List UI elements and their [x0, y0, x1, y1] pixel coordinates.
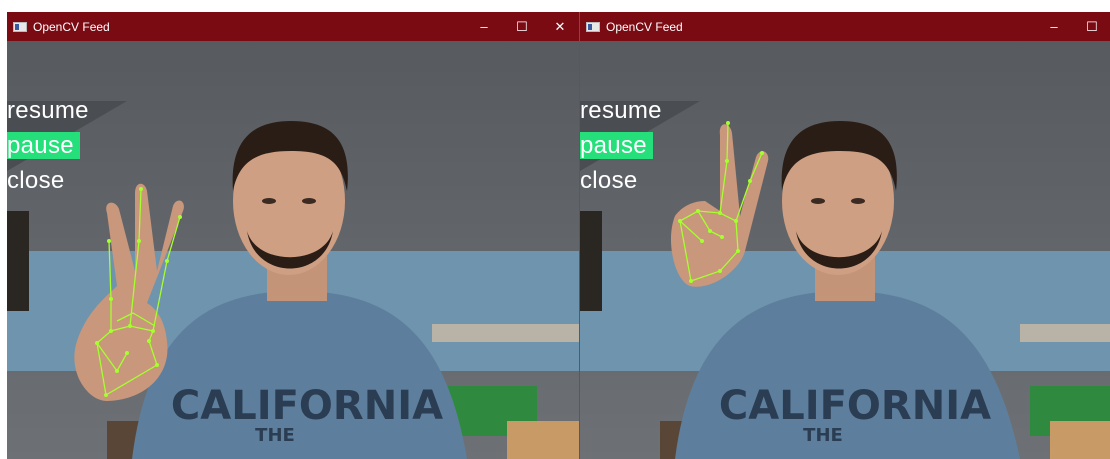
bookshelf	[432, 324, 579, 342]
camera-feed: CALIFORNIA THE resume pause close	[580, 41, 1110, 459]
app-icon	[13, 21, 27, 32]
menu-item-pause[interactable]: pause	[7, 132, 80, 159]
menu-item-close[interactable]: close	[580, 167, 640, 194]
wall-picture	[7, 211, 29, 311]
window-title: OpenCV Feed	[33, 19, 110, 34]
maximize-button[interactable]: ☐	[1073, 12, 1110, 41]
bed	[507, 421, 579, 459]
window-titlebar[interactable]: OpenCV Feed – ☐ ✕	[7, 12, 579, 41]
app-icon	[586, 21, 600, 32]
right-eye	[302, 198, 316, 204]
minimize-button[interactable]: –	[465, 12, 503, 41]
close-button[interactable]: ✕	[541, 12, 579, 41]
bookshelf	[1020, 324, 1110, 342]
menu-item-close[interactable]: close	[7, 167, 67, 194]
menu-item-pause[interactable]: pause	[580, 132, 653, 159]
menu-item-resume[interactable]: resume	[580, 97, 664, 124]
shirt-print-the: THE	[255, 425, 295, 446]
camera-feed: CALIFORNIA THE resume pause close	[7, 41, 579, 459]
left-eye	[811, 198, 825, 204]
wall-picture	[580, 211, 602, 311]
shirt-print: CALIFORNIA	[719, 383, 991, 429]
menu-item-resume[interactable]: resume	[7, 97, 91, 124]
bed	[1050, 421, 1110, 459]
opencv-window-left[interactable]: OpenCV Feed – ☐ ✕ CALIFORNIA THE resume …	[7, 12, 579, 459]
window-titlebar[interactable]: OpenCV Feed – ☐	[580, 12, 1110, 41]
minimize-button[interactable]: –	[1035, 12, 1073, 41]
left-eye	[262, 198, 276, 204]
maximize-button[interactable]: ☐	[503, 12, 541, 41]
window-title: OpenCV Feed	[606, 19, 683, 34]
opencv-window-right[interactable]: OpenCV Feed – ☐ CALIFORNIA THE resume pa…	[579, 12, 1110, 459]
camera-frame: CALIFORNIA THE	[7, 41, 579, 459]
shirt-print: CALIFORNIA	[171, 383, 443, 429]
shirt-print-the: THE	[803, 425, 843, 446]
right-eye	[851, 198, 865, 204]
